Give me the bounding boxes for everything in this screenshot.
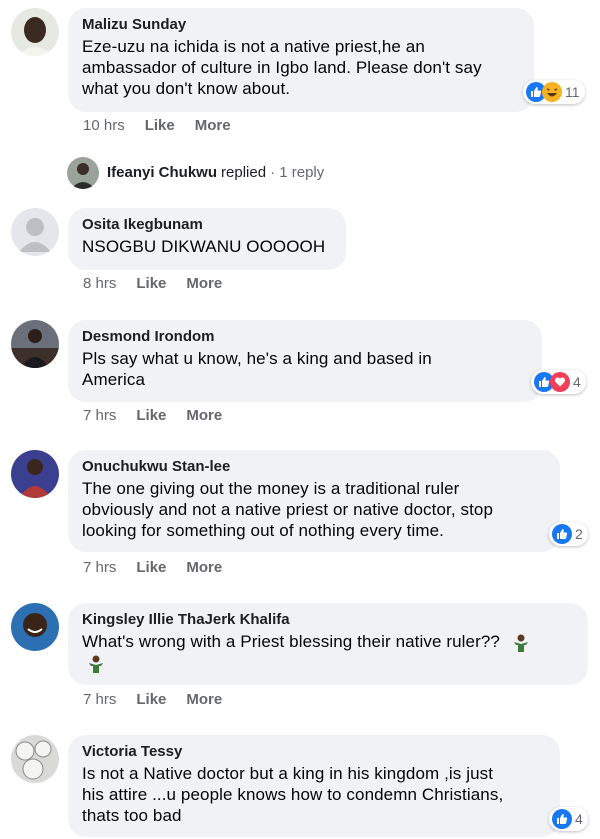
default-avatar-icon [11,208,59,256]
comment-text: NSOGBU DIKWANU OOOOOH [82,237,326,256]
person-shrugging-emoji-icon [89,655,103,674]
comment-text: Eze-uzu na ichida is not a native priest… [82,37,482,98]
love-icon [550,372,570,392]
comment-author[interactable]: Osita Ikegbunam [82,216,332,234]
avatar[interactable] [11,603,59,651]
reply-verb: replied [221,164,267,181]
reaction-summary[interactable]: 11 [523,80,585,104]
timestamp[interactable]: 7 hrs [83,407,116,424]
haha-icon [542,82,562,102]
person-shrugging-emoji-icon [513,634,528,652]
more-link[interactable]: More [186,691,222,708]
comment-bubble: Osita Ikegbunam NSOGBU DIKWANU OOOOOH [68,208,346,270]
more-link[interactable]: More [186,559,222,576]
reaction-count: 11 [565,84,580,100]
user-photo-icon [11,450,59,498]
comment-author[interactable]: Kingsley Illie ThaJerk Khalifa [82,611,574,629]
like-icon [552,524,572,544]
replies-link[interactable]: Ifeanyi Chukwu replied · 1 reply [107,164,324,181]
comment-bubble: Kingsley Illie ThaJerk Khalifa What's wr… [68,603,588,685]
user-photo-icon [11,320,59,368]
avatar[interactable] [11,320,59,368]
comment-actions: 7 hrs Like More [83,407,222,424]
comment-actions: 10 hrs Like More [83,117,231,134]
reaction-count: 2 [575,526,583,542]
comment-bubble: Malizu Sunday Eze-uzu na ichida is not a… [68,8,534,112]
reaction-count: 4 [575,811,583,827]
user-photo-icon [11,603,59,651]
timestamp[interactable]: 10 hrs [83,117,125,134]
reply-avatar[interactable] [67,157,99,189]
avatar[interactable] [11,8,59,56]
avatar[interactable] [11,450,59,498]
comment-text: The one giving out the money is a tradit… [82,479,494,540]
user-photo-icon [67,157,99,189]
comment-actions: 7 hrs Like More [83,691,222,708]
like-link[interactable]: Like [145,117,175,134]
avatar[interactable] [11,208,59,256]
reaction-summary[interactable]: 4 [531,370,586,394]
comment-author[interactable]: Desmond Irondom [82,328,528,346]
comment-author[interactable]: Victoria Tessy [82,743,546,761]
comment-actions: 7 hrs Like More [83,559,222,576]
avatar[interactable] [11,735,59,783]
timestamp[interactable]: 7 hrs [83,559,116,576]
timestamp[interactable]: 7 hrs [83,691,116,708]
reply-author: Ifeanyi Chukwu [107,164,218,181]
comment-text: Is not a Native doctor but a king in his… [82,764,504,825]
comment-author[interactable]: Onuchukwu Stan-lee [82,458,546,476]
timestamp[interactable]: 8 hrs [83,275,116,292]
comment-text: Pls say what u know, he's a king and bas… [82,349,432,389]
like-link[interactable]: Like [136,691,166,708]
like-link[interactable]: Like [136,559,166,576]
comment-text: What's wrong with a Priest blessing thei… [82,631,574,674]
reaction-count: 4 [573,374,581,390]
comment-author[interactable]: Malizu Sunday [82,16,520,34]
like-link[interactable]: Like [136,275,166,292]
comment-actions: 8 hrs Like More [83,275,222,292]
more-link[interactable]: More [186,275,222,292]
user-photo-icon [11,8,59,56]
more-link[interactable]: More [195,117,231,134]
comment-bubble: Victoria Tessy Is not a Native doctor bu… [68,735,560,837]
user-photo-icon [11,735,59,783]
comment-bubble: Desmond Irondom Pls say what u know, he'… [68,320,542,402]
like-icon [552,809,572,829]
more-link[interactable]: More [186,407,222,424]
like-link[interactable]: Like [136,407,166,424]
reaction-summary[interactable]: 2 [549,522,588,546]
reaction-summary[interactable]: 4 [549,807,588,831]
reply-count: · 1 reply [270,164,325,181]
comment-bubble: Onuchukwu Stan-lee The one giving out th… [68,450,560,552]
